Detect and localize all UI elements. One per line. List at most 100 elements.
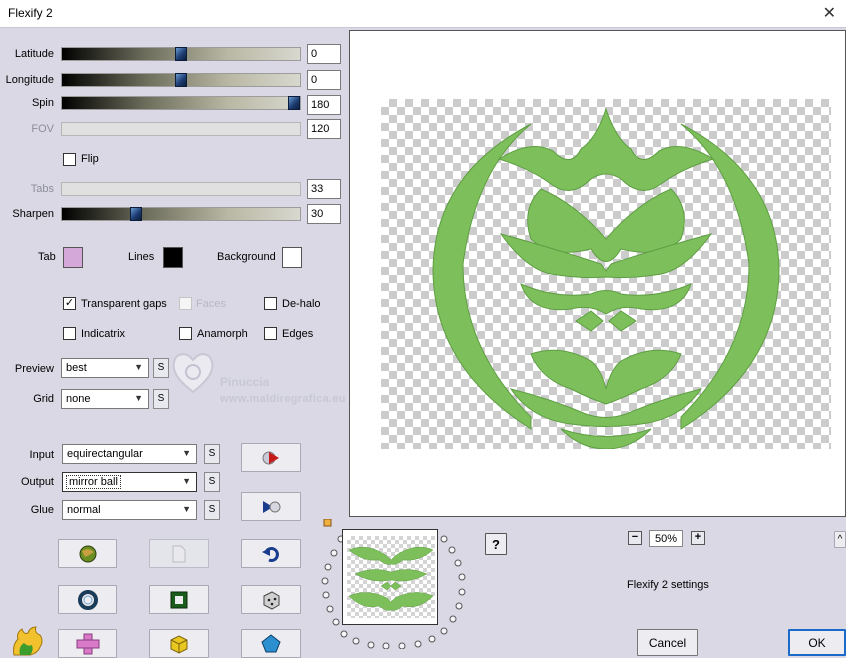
preview-canvas[interactable] [349,30,846,517]
status-text: Flexify 2 settings [627,579,709,591]
random-button[interactable] [241,492,301,521]
heart-watermark-icon [172,353,214,394]
background-color-label: Background [217,251,276,263]
fov-value-field[interactable]: 120 [307,119,341,139]
dice-button[interactable] [241,585,301,614]
transparent-gaps-checkbox[interactable]: ✓ [63,297,76,310]
longitude-value-field[interactable]: 0 [307,70,341,90]
copy-button[interactable] [149,539,209,568]
de-halo-checkbox[interactable] [264,297,277,310]
output-s-button[interactable]: S [204,472,220,492]
collapse-button[interactable]: ^ [834,531,846,548]
dice-icon [263,590,280,610]
spin-value-field[interactable]: 180 [307,95,341,115]
output-select[interactable]: mirror ball ▼ [62,472,197,492]
glue-label: Glue [30,504,54,516]
globe-icon [79,545,96,562]
latitude-slider[interactable] [61,47,301,61]
spin-slider[interactable] [61,96,301,110]
chevron-down-icon: ▼ [134,362,143,372]
thumbnail-image [348,546,434,611]
latitude-slider-thumb[interactable] [175,47,187,61]
grid-s-button[interactable]: S [153,389,169,409]
input-select[interactable]: equirectangular ▼ [62,444,197,464]
play-icon [262,451,279,464]
undo-icon [262,546,279,562]
latitude-value-field[interactable]: 0 [307,44,341,64]
preview-label: Preview [14,363,54,375]
flame-logo-icon [13,626,43,656]
indicatrix-label: Indicatrix [81,328,126,340]
thumbnail-checkerboard [347,536,435,618]
navigator-thumbnail[interactable] [342,529,438,625]
transparent-gaps-label: Transparent gaps [81,298,167,310]
preview-select[interactable]: best ▼ [61,358,149,378]
fov-label: FOV [31,123,54,135]
lines-color-swatch[interactable] [163,247,183,268]
zoom-out-button[interactable]: − [628,531,642,545]
longitude-label: Longitude [5,74,54,86]
preview-select-value: best [66,362,87,374]
cancel-button[interactable]: Cancel [637,629,698,656]
help-button[interactable]: ? [485,533,507,555]
fov-slider [61,122,301,136]
sharpen-slider[interactable] [61,207,301,221]
tab-color-swatch[interactable] [63,247,83,268]
title-bar: Flexify 2 ✕ [0,0,846,28]
tabs-label: Tabs [30,183,54,195]
output-select-value: mirror ball [66,475,121,489]
zoom-in-button[interactable]: + [691,531,705,545]
grid-label: Grid [33,393,54,405]
anamorph-label: Anamorph [197,328,248,340]
cube-button[interactable] [149,629,209,658]
longitude-slider[interactable] [61,73,301,87]
sharpen-label: Sharpen [12,208,54,220]
edges-checkbox[interactable] [264,327,277,340]
indicatrix-checkbox[interactable] [63,327,76,340]
play-button[interactable] [241,443,301,472]
mirror-ball-preview-image [432,107,780,450]
chevron-down-icon: ▼ [134,393,143,403]
glue-select[interactable]: normal ▼ [62,500,197,520]
de-halo-label: De-halo [282,298,321,310]
spin-label: Spin [31,97,54,109]
close-icon[interactable]: ✕ [823,3,836,23]
frame-icon [170,591,188,608]
zoom-level-field[interactable]: 50% [649,530,683,547]
input-s-button[interactable]: S [204,444,220,464]
pink-cross-button[interactable] [58,629,117,658]
tabs-slider [61,182,301,196]
input-label: Input [29,449,54,461]
watermark-name: Pinuccia [220,375,270,389]
frame-button[interactable] [149,585,209,614]
faces-checkbox [179,297,192,310]
spin-slider-thumb[interactable] [288,96,300,110]
lines-color-label: Lines [128,251,155,263]
background-color-swatch[interactable] [282,247,302,268]
undo-button[interactable] [241,539,301,568]
sharpen-slider-thumb[interactable] [130,207,142,221]
chevron-down-icon: ▼ [182,504,191,514]
ring-button[interactable] [58,585,117,614]
gem-button[interactable] [241,629,301,658]
edges-label: Edges [282,328,314,340]
load-preset-button[interactable] [58,539,117,568]
ok-button[interactable]: OK [788,629,846,656]
anamorph-checkbox[interactable] [179,327,192,340]
glue-s-button[interactable]: S [204,500,220,520]
chevron-down-icon: ▼ [182,476,191,486]
tabs-value-field[interactable]: 33 [307,179,341,199]
pentagon-gem-icon [261,633,281,652]
input-select-value: equirectangular [67,448,143,460]
preview-s-button[interactable]: S [153,358,169,378]
ring-icon [77,589,98,610]
glue-select-value: normal [67,504,101,516]
sharpen-value-field[interactable]: 30 [307,204,341,224]
longitude-slider-thumb[interactable] [175,73,187,87]
flip-checkbox[interactable] [63,153,76,166]
chevron-down-icon: ▼ [182,448,191,458]
faces-label: Faces [196,298,226,310]
tab-color-label: Tab [38,251,56,263]
cross-icon [76,633,99,654]
grid-select[interactable]: none ▼ [61,389,149,409]
